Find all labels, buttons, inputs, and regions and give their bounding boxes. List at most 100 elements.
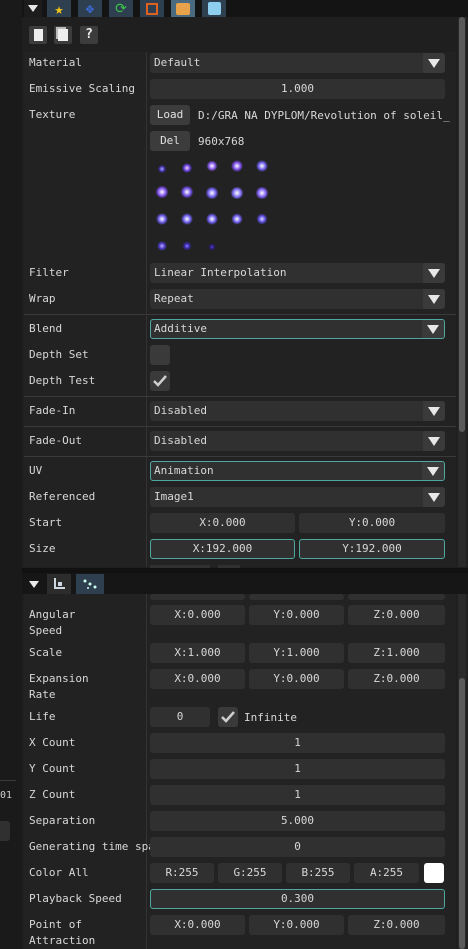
z-count-label: Z Count	[29, 788, 76, 801]
angular-speed-z[interactable]: Z:0.000	[348, 605, 445, 625]
infinite-label: Infinite	[244, 711, 297, 724]
filter-dropdown[interactable]: Linear Interpolation	[150, 263, 445, 283]
color-r-field[interactable]: R:255	[150, 863, 214, 883]
transform-icon[interactable]	[47, 574, 71, 594]
referenced-dropdown[interactable]: Image1	[150, 487, 445, 507]
color-b-field[interactable]: B:255	[286, 863, 350, 883]
sprite-cell	[180, 162, 194, 174]
menu-triangle-icon[interactable]	[26, 577, 42, 591]
wrap-dropdown[interactable]: Repeat	[150, 289, 445, 309]
sprite-cell	[155, 163, 169, 175]
cube-icon[interactable]	[202, 0, 226, 17]
filter-value: Linear Interpolation	[154, 266, 287, 279]
expansion-rate-y[interactable]: Y:0.000	[249, 669, 344, 689]
life-field[interactable]: 0	[150, 707, 210, 727]
playback-speed-field[interactable]: 0.300	[150, 889, 445, 909]
divider	[24, 314, 456, 315]
material-value: Default	[154, 56, 201, 69]
angular-speed-label: Angular	[29, 608, 76, 621]
lower-scrollbar[interactable]	[458, 594, 466, 949]
sprite-cell	[180, 186, 194, 198]
fade-in-dropdown[interactable]: Disabled	[150, 401, 445, 421]
clipped-y-field	[249, 594, 344, 600]
sprite-cell	[255, 187, 269, 199]
load-button[interactable]: Load	[150, 105, 190, 125]
upper-scrollbar[interactable]	[458, 17, 466, 567]
y-count-field[interactable]: 1	[150, 759, 445, 779]
fade-out-dropdown[interactable]: Disabled	[150, 431, 445, 451]
expansion-rate-z[interactable]: Z:0.000	[348, 669, 445, 689]
z-count-field[interactable]: 1	[150, 785, 445, 805]
left-edge-divider	[0, 780, 16, 781]
sprite-cell	[205, 213, 219, 225]
paste-icon[interactable]	[54, 26, 72, 44]
expansion-rate-label-2: Rate	[29, 688, 56, 701]
box-icon[interactable]	[171, 0, 195, 17]
playback-speed-label: Playback Speed	[29, 892, 122, 905]
chevron-down-icon	[423, 487, 445, 507]
angular-speed-y[interactable]: Y:0.000	[249, 605, 344, 625]
sprite-cell	[230, 160, 244, 172]
rotate-icon[interactable]: ⟳	[109, 0, 133, 17]
sprite-cell	[205, 241, 219, 253]
texture-label: Texture	[29, 108, 76, 121]
scale-icon[interactable]	[140, 0, 164, 17]
chevron-down-icon	[422, 462, 444, 480]
scale-x[interactable]: X:1.000	[150, 643, 245, 663]
uv-dropdown[interactable]: Animation	[150, 461, 445, 481]
depth-test-checkbox[interactable]	[150, 371, 170, 391]
sprite-cell	[255, 160, 269, 172]
clipped-z-field	[348, 594, 445, 600]
menu-triangle-icon[interactable]	[24, 0, 42, 17]
copy-icon[interactable]	[29, 26, 47, 44]
lower-column-divider	[146, 594, 147, 949]
uv-label: UV	[29, 464, 43, 477]
texture-path: D:/GRA NA DYPLOM/Revolution of soleil_re…	[198, 109, 450, 122]
attraction-y[interactable]: Y:0.000	[249, 915, 344, 935]
x-count-field[interactable]: 1	[150, 733, 445, 753]
chevron-down-icon	[422, 320, 444, 338]
uv-value: Animation	[154, 464, 214, 477]
generating-time-field[interactable]: 0	[150, 837, 445, 857]
attraction-z[interactable]: Z:0.000	[348, 915, 445, 935]
star-icon[interactable]: ★	[47, 0, 71, 18]
start-y-field[interactable]: Y:0.000	[299, 513, 445, 533]
separation-label: Separation	[29, 814, 96, 827]
color-g-field[interactable]: G:255	[218, 863, 282, 883]
expansion-rate-label: Expansion	[29, 672, 89, 685]
checkmark-icon	[153, 375, 167, 387]
texture-size: 960x768	[198, 135, 245, 148]
upper-scrollbar-thumb[interactable]	[459, 17, 465, 432]
blend-dropdown[interactable]: Additive	[150, 319, 445, 339]
size-x-field[interactable]: X:192.000	[150, 539, 295, 559]
chevron-down-icon	[423, 431, 445, 451]
expansion-rate-x[interactable]: X:0.000	[150, 669, 245, 689]
delete-button[interactable]: Del	[150, 131, 190, 151]
separation-field[interactable]: 5.000	[150, 811, 445, 831]
attraction-x[interactable]: X:0.000	[150, 915, 245, 935]
left-outer-panel	[0, 0, 22, 949]
color-a-field[interactable]: A:255	[354, 863, 419, 883]
fade-in-label: Fade-In	[29, 404, 76, 417]
size-y-field[interactable]: Y:192.000	[299, 539, 445, 559]
material-dropdown[interactable]: Default	[150, 53, 445, 73]
sprite-cell	[255, 213, 269, 225]
particles-icon[interactable]	[76, 574, 104, 594]
blend-label: Blend	[29, 322, 63, 335]
infinite-checkbox[interactable]	[218, 707, 238, 727]
help-icon[interactable]: ?	[80, 26, 98, 44]
scale-y[interactable]: Y:1.000	[249, 643, 344, 663]
lower-scrollbar-thumb[interactable]	[459, 678, 465, 949]
emissive-field[interactable]: 1.000	[150, 79, 445, 99]
wrap-value: Repeat	[154, 292, 194, 305]
generating-time-label: Generating time span	[29, 840, 162, 853]
scale-z[interactable]: Z:1.000	[348, 643, 445, 663]
angular-speed-x[interactable]: X:0.000	[150, 605, 245, 625]
blend-value: Additive	[154, 322, 207, 335]
depth-set-checkbox[interactable]	[150, 345, 170, 365]
texture-preview	[150, 155, 275, 255]
start-x-field[interactable]: X:0.000	[150, 513, 295, 533]
clipped-x-field	[150, 594, 245, 600]
move-arrows-icon[interactable]: ✥	[78, 0, 102, 17]
color-swatch[interactable]	[424, 863, 444, 883]
